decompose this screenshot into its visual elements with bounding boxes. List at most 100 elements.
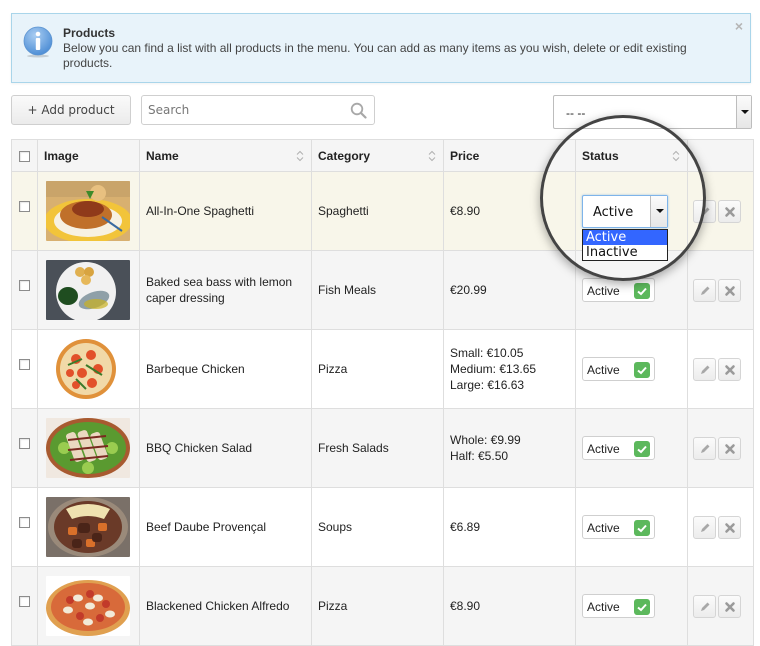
- delete-button[interactable]: [718, 515, 741, 539]
- price-line: €20.99: [450, 283, 487, 297]
- column-header-image: Image: [37, 139, 140, 172]
- status-label: Active: [587, 521, 620, 535]
- status-toggle[interactable]: Active: [582, 357, 655, 381]
- status-cell: Active: [575, 566, 688, 646]
- chevron-down-icon: [736, 96, 751, 128]
- column-header-status[interactable]: Status: [575, 139, 688, 172]
- product-price: Small: €10.05 Medium: €13.65 Large: €16.63: [443, 329, 576, 409]
- column-header-actions: [687, 139, 754, 172]
- product-name: Baked sea bass with lemon caper dressing: [139, 250, 312, 330]
- row-select-cell: [11, 408, 38, 488]
- add-product-button[interactable]: + Add product: [11, 95, 131, 125]
- edit-button[interactable]: [693, 594, 716, 618]
- actions-cell: [687, 566, 754, 646]
- price-line: €6.89: [450, 520, 481, 534]
- edit-button[interactable]: [693, 278, 716, 302]
- select-all-checkbox[interactable]: [19, 150, 30, 162]
- status-toggle[interactable]: Active: [582, 515, 655, 539]
- edit-button[interactable]: [693, 436, 716, 460]
- row-select-cell: [11, 329, 38, 409]
- product-image-beef-stew: [46, 497, 130, 557]
- product-image-sea-bass: [46, 260, 130, 320]
- actions-cell: [687, 250, 754, 330]
- search-input[interactable]: [142, 96, 342, 124]
- image-cell: [37, 487, 140, 567]
- info-banner: Products Below you can find a list with …: [11, 13, 751, 83]
- row-select-cell: [11, 566, 38, 646]
- row-select-cell: [11, 250, 38, 330]
- row-checkbox[interactable]: [19, 201, 30, 213]
- check-icon: [634, 599, 650, 615]
- product-name: Blackened Chicken Alfredo: [139, 566, 312, 646]
- table-row: BBQ Chicken Salad Fresh Salads Whole: €9…: [11, 408, 754, 488]
- close-icon[interactable]: ×: [735, 18, 743, 34]
- actions-cell: [687, 487, 754, 567]
- product-category: Pizza: [311, 329, 444, 409]
- actions-cell: [687, 408, 754, 488]
- select-all-cell: [11, 139, 38, 172]
- price-line: Small: €10.05: [450, 346, 524, 360]
- status-select-value: Active: [593, 204, 634, 220]
- delete-button[interactable]: [718, 436, 741, 460]
- column-header-price: Price: [443, 139, 576, 172]
- delete-button[interactable]: [718, 199, 741, 223]
- products-table: Image Name Category Price Status All-In-…: [11, 139, 754, 646]
- product-name: All-In-One Spaghetti: [139, 171, 312, 251]
- price-line: €8.90: [450, 599, 481, 613]
- price-line: Half: €5.50: [450, 449, 509, 463]
- product-price: €6.89: [443, 487, 576, 567]
- status-cell: Active Active Inactive: [575, 171, 688, 261]
- search-box: [141, 95, 375, 125]
- status-dropdown[interactable]: Active Active Inactive: [582, 194, 668, 261]
- status-option-active[interactable]: Active: [583, 229, 667, 245]
- row-checkbox[interactable]: [19, 438, 30, 450]
- product-price: Whole: €9.99 Half: €5.50: [443, 408, 576, 488]
- image-cell: [37, 171, 140, 251]
- table-row: Blackened Chicken Alfredo Pizza €8.90 Ac…: [11, 566, 754, 646]
- price-line: Medium: €13.65: [450, 362, 537, 376]
- row-checkbox[interactable]: [19, 359, 30, 371]
- price-line: €8.90: [450, 204, 481, 218]
- delete-button[interactable]: [718, 278, 741, 302]
- sort-icon[interactable]: [672, 150, 680, 162]
- image-cell: [37, 408, 140, 488]
- row-select-cell: [11, 487, 38, 567]
- edit-button[interactable]: [693, 199, 716, 223]
- status-label: Active: [587, 363, 620, 377]
- product-category: Spaghetti: [311, 171, 444, 251]
- row-checkbox[interactable]: [19, 596, 30, 608]
- search-icon[interactable]: [350, 102, 367, 119]
- column-header-category[interactable]: Category: [311, 139, 444, 172]
- product-category: Soups: [311, 487, 444, 567]
- status-toggle[interactable]: Active: [582, 436, 655, 460]
- row-select-cell: [11, 171, 38, 251]
- check-icon: [634, 520, 650, 536]
- status-label: Active: [587, 600, 620, 614]
- delete-button[interactable]: [718, 357, 741, 381]
- sort-icon[interactable]: [428, 150, 436, 162]
- sort-icon[interactable]: [296, 150, 304, 162]
- edit-button[interactable]: [693, 357, 716, 381]
- filter-select-value: -- --: [566, 106, 586, 120]
- status-option-inactive[interactable]: Inactive: [583, 245, 667, 260]
- status-toggle[interactable]: Active: [582, 278, 655, 302]
- row-checkbox[interactable]: [19, 517, 30, 529]
- delete-button[interactable]: [718, 594, 741, 618]
- chevron-down-icon: [650, 195, 667, 227]
- table-row: Baked sea bass with lemon caper dressing…: [11, 250, 754, 330]
- status-toggle[interactable]: Active: [582, 594, 655, 618]
- status-select[interactable]: Active: [582, 194, 668, 228]
- product-category: Fresh Salads: [311, 408, 444, 488]
- info-text: Below you can find a list with all produ…: [63, 41, 687, 70]
- table-row: All-In-One Spaghetti Spaghetti €8.90 Act…: [11, 171, 754, 261]
- column-header-name[interactable]: Name: [139, 139, 312, 172]
- filter-select[interactable]: -- --: [553, 95, 752, 129]
- check-icon: [634, 441, 650, 457]
- table-row: Barbeque Chicken Pizza Small: €10.05 Medi…: [11, 329, 754, 409]
- row-checkbox[interactable]: [19, 280, 30, 292]
- table-header: Image Name Category Price Status: [11, 139, 754, 172]
- column-header-category-label: Category: [318, 148, 371, 163]
- edit-button[interactable]: [693, 515, 716, 539]
- product-price: €20.99: [443, 250, 576, 330]
- info-title: Products: [63, 26, 116, 40]
